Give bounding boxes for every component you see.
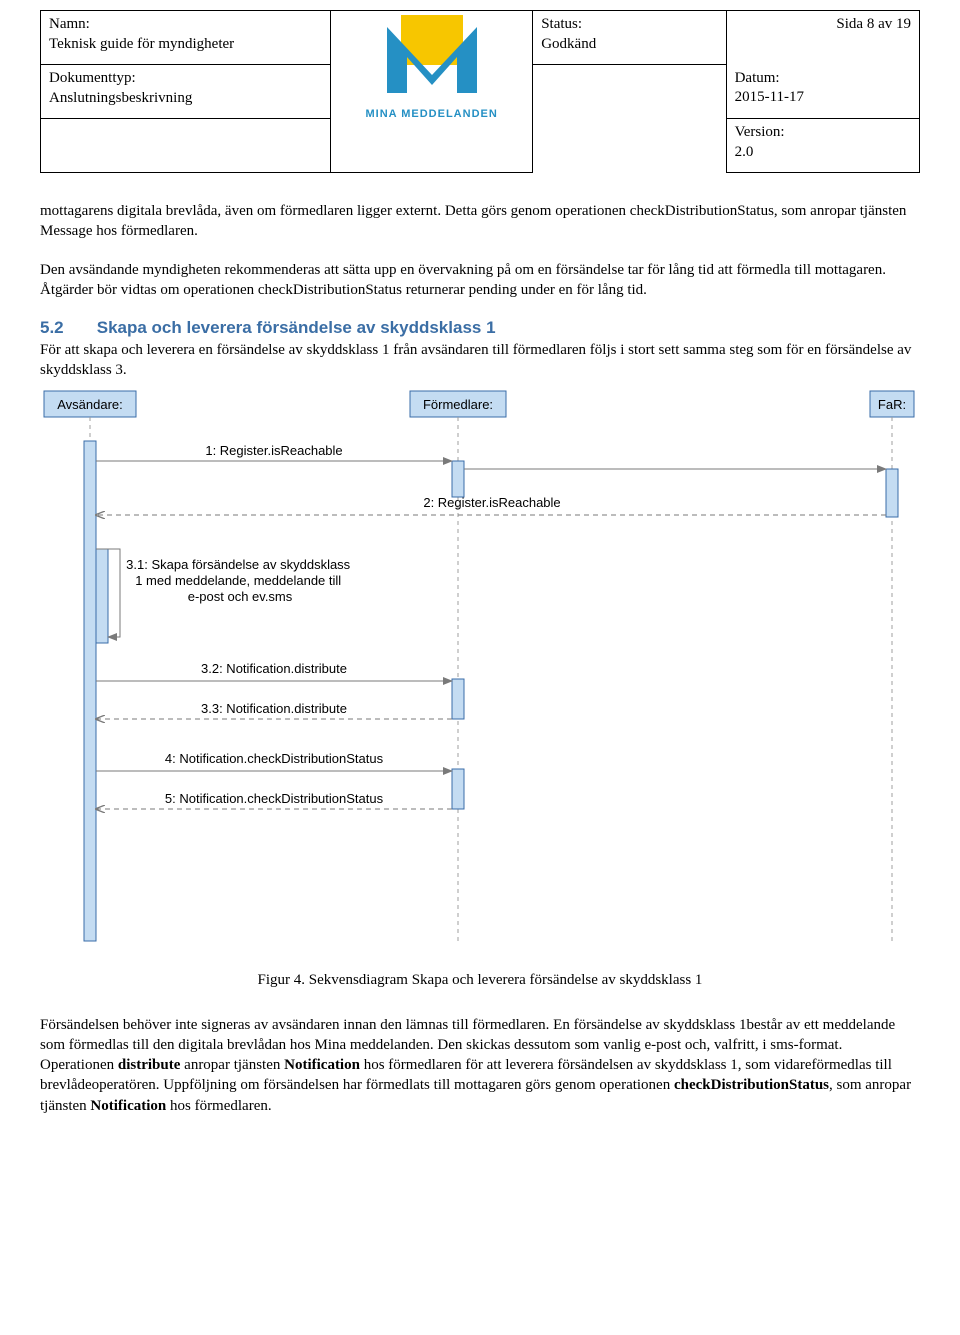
hdr-date-label: Datum: bbox=[735, 70, 780, 86]
p3e: hos förmedlaren. bbox=[166, 1098, 271, 1114]
section-title: Skapa och leverera försändelse av skydds… bbox=[97, 318, 496, 337]
hdr-doctype-label: Dokumenttyp: bbox=[49, 70, 136, 86]
paragraph-2: Den avsändande myndigheten rekommenderas… bbox=[40, 260, 920, 301]
hdr-date-value: 2015-11-17 bbox=[735, 89, 804, 105]
activation-broker-2 bbox=[452, 679, 464, 719]
hdr-status-value: Godkänd bbox=[541, 36, 596, 52]
msg-1: 1: Register.isReachable bbox=[205, 443, 342, 458]
actor-sender-box: Avsändare: bbox=[44, 391, 136, 417]
hdr-name-value: Teknisk guide för myndigheter bbox=[49, 36, 234, 52]
activation-sender bbox=[84, 441, 96, 941]
hdr-page-label: Sida 8 av 19 bbox=[836, 16, 911, 32]
paragraph-1: mottagarens digitala brevlåda, även om f… bbox=[40, 201, 920, 242]
msg-4: 4: Notification.checkDistributionStatus bbox=[165, 751, 384, 766]
actor-far-box: FaR: bbox=[870, 391, 914, 417]
logo-cell: MINA MEDDELANDEN bbox=[331, 11, 533, 173]
p3-bold3: checkDistributionStatus bbox=[674, 1077, 829, 1093]
activation-broker-3 bbox=[452, 769, 464, 809]
document-header: Namn: Teknisk guide för myndigheter MINA… bbox=[40, 10, 920, 173]
hdr-blank bbox=[41, 119, 331, 173]
mina-meddelanden-logo bbox=[377, 15, 487, 105]
msg-2: 2: Register.isReachable bbox=[423, 495, 560, 510]
sequence-diagram: Avsändare: Förmedlare: FaR: 1: Register.… bbox=[40, 389, 920, 954]
hdr-version-label: Version: bbox=[735, 124, 785, 140]
hdr-date: Datum: 2015-11-17 bbox=[726, 65, 919, 119]
hdr-name: Namn: Teknisk guide för myndigheter bbox=[41, 11, 331, 65]
msg-31: 3.1: Skapa försändelse av skyddsklass 1 … bbox=[126, 557, 354, 604]
p3-bold1: distribute bbox=[118, 1057, 181, 1073]
section-number: 5.2 bbox=[40, 318, 92, 338]
hdr-name-label: Namn: bbox=[49, 16, 90, 32]
activation-broker-1 bbox=[452, 461, 464, 497]
hdr-page: Sida 8 av 19 bbox=[726, 11, 919, 65]
activation-far bbox=[886, 469, 898, 517]
hdr-status-label: Status: bbox=[541, 16, 582, 32]
hdr-empty bbox=[533, 65, 726, 173]
logo-text: MINA MEDDELANDEN bbox=[339, 107, 524, 121]
activation-sender-self bbox=[96, 549, 108, 643]
msg-32: 3.2: Notification.distribute bbox=[201, 661, 347, 676]
msg-5: 5: Notification.checkDistributionStatus bbox=[165, 791, 384, 806]
msg-33: 3.3: Notification.distribute bbox=[201, 701, 347, 716]
paragraph-3: Försändelsen behöver inte signeras av av… bbox=[40, 1015, 920, 1116]
p3-bold4: Notification bbox=[90, 1098, 166, 1114]
actor-sender-label: Avsändare: bbox=[57, 397, 123, 412]
figure-caption: Figur 4. Sekvensdiagram Skapa och levere… bbox=[40, 972, 920, 989]
p3-bold2: Notification bbox=[284, 1057, 360, 1073]
section-lead: För att skapa och leverera en försändels… bbox=[40, 340, 920, 381]
hdr-version-value: 2.0 bbox=[735, 144, 754, 160]
hdr-doctype: Dokumenttyp: Anslutningsbeskrivning bbox=[41, 65, 331, 119]
hdr-doctype-value: Anslutningsbeskrivning bbox=[49, 90, 192, 106]
section-heading: 5.2 Skapa och leverera försändelse av sk… bbox=[40, 318, 920, 338]
p3b: anropar tjänsten bbox=[180, 1057, 284, 1073]
actor-far-label: FaR: bbox=[878, 397, 906, 412]
actor-broker-label: Förmedlare: bbox=[423, 397, 493, 412]
actor-broker-box: Förmedlare: bbox=[410, 391, 506, 417]
hdr-version: Version: 2.0 bbox=[726, 119, 919, 173]
hdr-status: Status: Godkänd bbox=[533, 11, 726, 65]
